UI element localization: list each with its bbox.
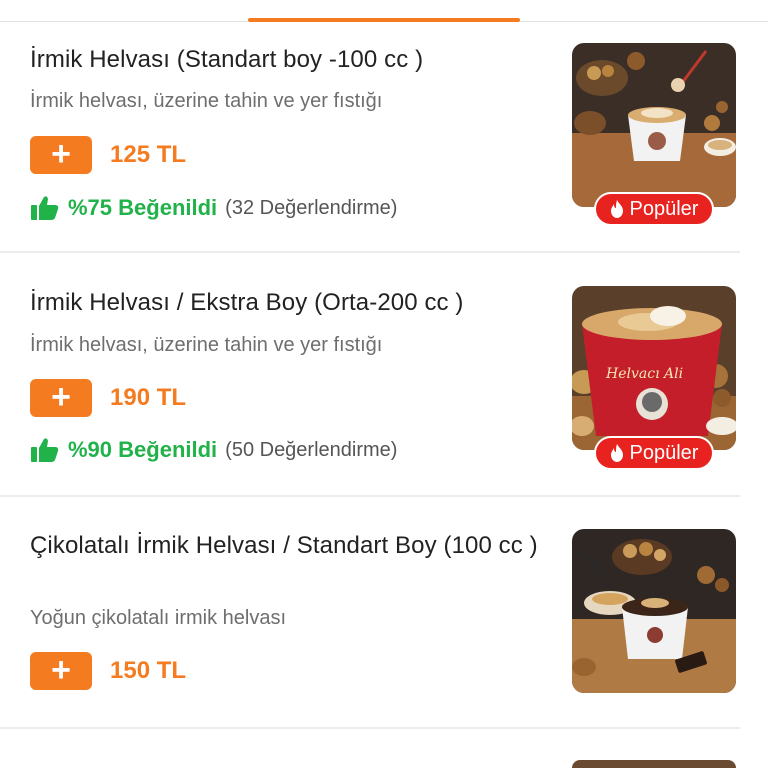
item-photo[interactable]	[572, 529, 736, 693]
rating-count: (32 Değerlendirme)	[225, 196, 398, 219]
item-divider	[0, 251, 740, 253]
plus-icon: +	[51, 377, 71, 416]
item-title: İrmik Helvası (Standart boy -100 cc )	[30, 46, 424, 73]
chocolate-halva-image	[572, 529, 736, 693]
category-tab-bar	[0, 0, 768, 24]
item-description: İrmik helvası, üzerine tahin ve yer fıst…	[30, 90, 383, 112]
add-to-cart-button[interactable]: +	[30, 652, 92, 690]
halva-cup-image: Helvacı Ali	[572, 286, 736, 450]
flame-icon	[610, 444, 623, 462]
item-photo-next[interactable]	[572, 760, 736, 768]
item-rating: %75 Beğenildi (32 Değerlendirme)	[30, 195, 397, 221]
add-to-cart-button[interactable]: +	[30, 136, 92, 174]
item-divider	[0, 495, 740, 497]
item-divider	[0, 727, 740, 729]
item-photo[interactable]	[572, 43, 736, 207]
plus-icon: +	[51, 650, 71, 689]
liked-percentage: %75 Beğenildi	[68, 195, 218, 220]
popular-badge-label: Popüler	[629, 441, 699, 464]
popular-badge: Popüler	[594, 192, 714, 226]
popular-badge: Popüler	[594, 436, 714, 470]
item-title: İrmik Helvası / Ekstra Boy (Orta-200 cc …	[30, 289, 464, 316]
item-photo[interactable]: Helvacı Ali	[572, 286, 736, 450]
item-description: Yoğun çikolatalı irmik helvası	[30, 607, 287, 629]
active-tab-indicator	[248, 18, 520, 22]
plus-icon: +	[51, 134, 71, 173]
item-title: Çikolatalı İrmik Helvası / Standart Boy …	[30, 532, 538, 559]
rating-count: (50 Değerlendirme)	[225, 438, 398, 461]
item-price: 150 TL	[110, 657, 187, 684]
halva-cup-image	[572, 43, 736, 207]
item-price: 190 TL	[110, 384, 187, 411]
svg-text:Helvacı Ali: Helvacı Ali	[605, 366, 683, 382]
item-rating: %90 Beğenildi (50 Değerlendirme)	[30, 437, 397, 463]
thumbs-up-icon	[31, 196, 59, 220]
add-to-cart-button[interactable]: +	[30, 379, 92, 417]
liked-percentage: %90 Beğenildi	[68, 437, 218, 462]
flame-icon	[610, 200, 623, 218]
item-description: İrmik helvası, üzerine tahin ve yer fıst…	[30, 334, 383, 356]
item-price: 125 TL	[110, 141, 187, 168]
popular-badge-label: Popüler	[629, 197, 699, 220]
thumbs-up-icon	[31, 438, 59, 462]
